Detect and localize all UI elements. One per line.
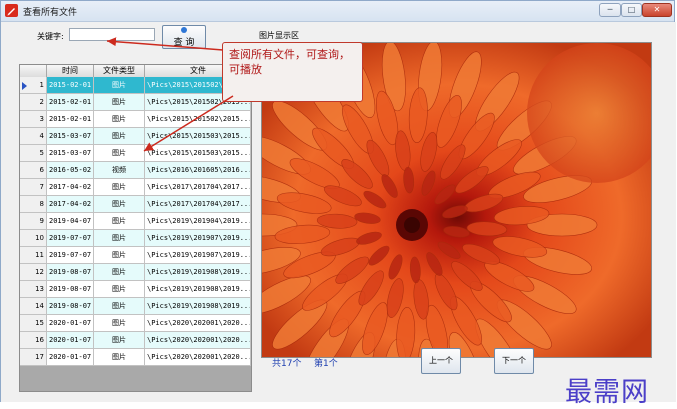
annotation-arrows	[106, 37, 234, 152]
main-window: 查看所有文件 ─ □ ✕ 关键字: 查 询 图片显示区 时间 文件类型 文件 1…	[0, 0, 676, 408]
arrow-to-keyword	[106, 37, 224, 51]
arrow-to-grid	[143, 95, 234, 152]
